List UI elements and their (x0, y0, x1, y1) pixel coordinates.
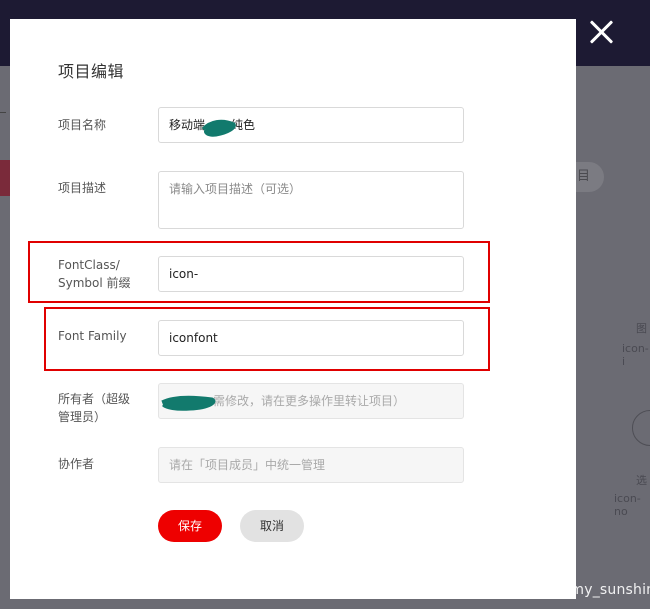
redaction-scribble (201, 119, 236, 137)
collaborators-input: 请在「项目成员」中统一管理 (158, 447, 464, 483)
collaborators-label: 协作者 (58, 457, 95, 471)
save-button[interactable]: 保存 (158, 510, 222, 542)
font-family-label: Font Family (58, 329, 127, 343)
font-prefix-input[interactable]: icon- (158, 256, 464, 292)
project-edit-dialog: 项目编辑 项目名称 移动端 纯色 项目描述 请输入项目描述（可选） FontCla… (10, 19, 576, 599)
cancel-button[interactable]: 取消 (240, 510, 304, 542)
dialog-title: 项目编辑 (58, 62, 125, 81)
background-label: 选 (636, 474, 647, 487)
background-divider (0, 112, 6, 113)
project-description-label: 项目描述 (58, 181, 107, 195)
project-description-placeholder: 请输入项目描述（可选） (169, 182, 302, 196)
close-icon[interactable] (588, 18, 616, 46)
redaction-scribble (161, 395, 216, 411)
background-label: 图 (636, 322, 647, 335)
font-prefix-label: FontClass/ Symbol 前缀 (58, 258, 131, 290)
background-label: icon-i (622, 342, 649, 368)
owner-label: 所有者（超级 管理员） (58, 392, 131, 424)
background-label: icon-no (614, 492, 641, 518)
project-name-label: 项目名称 (58, 118, 107, 132)
owner-value: 需修改，请在更多操作里转让项目） (213, 394, 406, 408)
project-description-textarea[interactable]: 请输入项目描述（可选） (158, 171, 464, 229)
watermark: https://blog.csdn.net/summer_my_sunshine (350, 582, 650, 598)
font-family-input[interactable]: iconfont (158, 320, 464, 356)
